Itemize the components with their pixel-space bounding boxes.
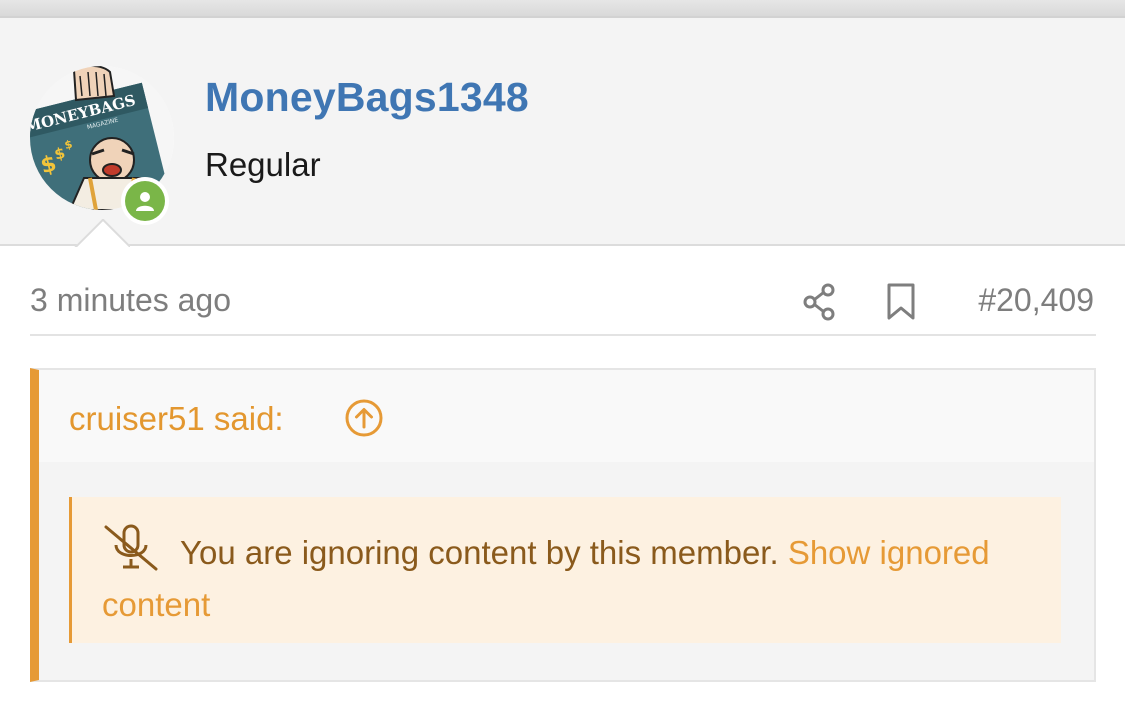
header-pointer-arrow — [74, 219, 130, 247]
quote-header: cruiser51 said: — [39, 370, 1094, 462]
arrow-up-circle-icon[interactable] — [344, 398, 384, 443]
user-title: Regular — [205, 146, 321, 183]
share-icon[interactable] — [802, 282, 838, 327]
post-meta-bar: 3 minutes ago #20,409 — [30, 276, 1096, 336]
top-bar-shadow — [0, 0, 1125, 18]
ignored-content-notice: You are ignoring content by this member.… — [69, 497, 1061, 643]
post-timestamp-link[interactable]: 3 minutes ago — [30, 282, 231, 319]
user-online-icon — [125, 181, 165, 221]
post-number-link[interactable]: #20,409 — [978, 282, 1094, 319]
online-status-badge — [121, 177, 169, 225]
ignored-content-text: You are ignoring content by this member.… — [102, 527, 1002, 631]
post-user-header: MONEYBAGS MAGAZINE $ $ $ MoneyBags1348 R… — [0, 18, 1125, 246]
bookmark-icon[interactable] — [886, 282, 916, 327]
quote-author-link[interactable]: cruiser51 said: — [69, 400, 284, 438]
quote-block: cruiser51 said: You are ignoring content… — [30, 368, 1096, 682]
ignored-message: You are ignoring content by this member. — [180, 534, 779, 571]
username-link[interactable]: MoneyBags1348 — [205, 74, 529, 121]
